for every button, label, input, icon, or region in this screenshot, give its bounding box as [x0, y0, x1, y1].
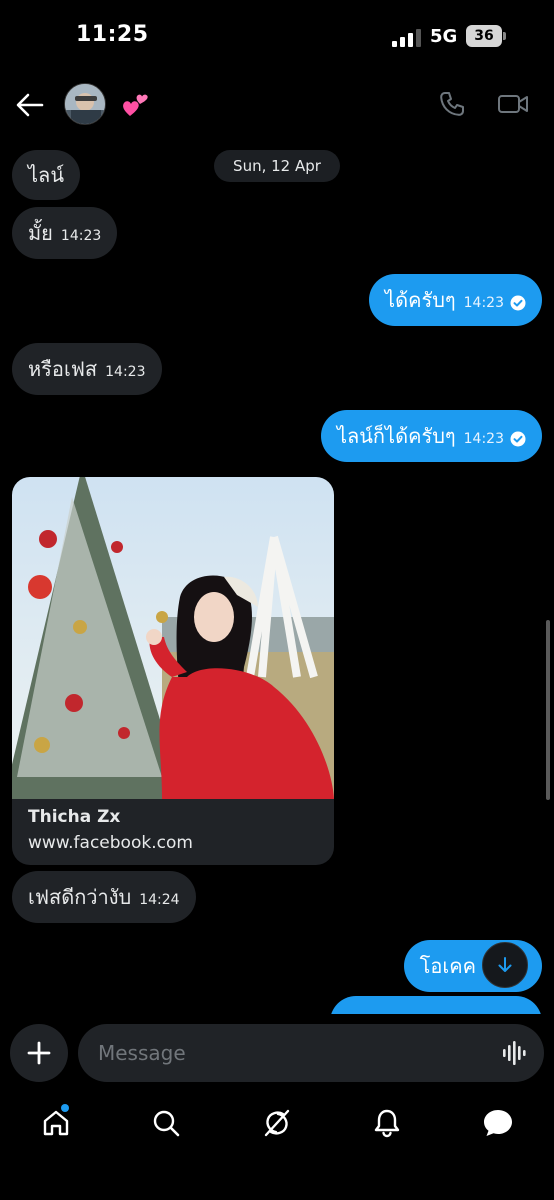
battery-icon: 36 — [466, 25, 506, 47]
bottom-navigation — [0, 1096, 554, 1156]
battery-level: 36 — [466, 25, 502, 47]
message-time: 14:23 — [463, 295, 504, 311]
link-preview-title: Thicha Zx — [28, 807, 121, 827]
arrow-down-icon — [498, 957, 512, 972]
add-attachment-button[interactable] — [10, 1024, 68, 1082]
nav-messages[interactable] — [480, 1106, 516, 1140]
grok-icon — [264, 1109, 290, 1137]
date-separator: Sun, 12 Apr — [214, 150, 340, 182]
nav-home[interactable] — [38, 1106, 74, 1140]
message-text: มั้ย — [28, 221, 53, 245]
message-outgoing[interactable]: ไลน์ก็ได้ครับๆ 14:23 — [320, 410, 542, 462]
message-outgoing[interactable]: ได้ครับๆ 14:23 — [369, 274, 542, 326]
nav-notifications[interactable] — [369, 1106, 405, 1140]
read-check-icon — [510, 431, 526, 447]
video-camera-icon[interactable] — [497, 92, 529, 116]
message-box — [78, 1024, 544, 1082]
status-bar: 11:25 5G 36 — [0, 0, 554, 76]
message-time: 14:23 — [463, 431, 504, 447]
message-time: 14:23 — [105, 364, 146, 380]
message-input[interactable] — [98, 1024, 488, 1082]
plus-icon — [27, 1041, 51, 1065]
message-text: ไลน์ก็ได้ครับๆ — [336, 424, 456, 448]
signal-strength-icon — [392, 29, 421, 47]
search-icon — [153, 1110, 180, 1137]
chat-scrollbar[interactable] — [546, 620, 550, 800]
bell-icon — [374, 1109, 400, 1138]
two-hearts-emoji — [121, 92, 149, 118]
phone-icon[interactable] — [438, 90, 466, 118]
message-list[interactable]: Sun, 12 Apr ไลน์ มั้ย 14:23 ได้ครับๆ 14:… — [0, 140, 554, 1014]
link-preview-domain: www.facebook.com — [28, 833, 193, 853]
read-check-icon — [510, 295, 526, 311]
scroll-to-bottom-button[interactable] — [482, 942, 528, 988]
message-text: โอเคค — [419, 954, 476, 978]
message-text: เฟสดีกว่างับ — [28, 885, 132, 909]
message-text: หรือเฟส — [28, 357, 98, 381]
message-time: 14:24 — [139, 892, 180, 908]
message-time: 14:23 — [60, 228, 102, 244]
message-incoming[interactable]: เฟสดีกว่างับ 14:24 — [12, 871, 196, 923]
notification-dot — [61, 1104, 69, 1112]
avatar[interactable] — [64, 83, 106, 125]
link-preview-image — [12, 477, 334, 799]
status-time: 11:25 — [76, 22, 149, 47]
message-incoming[interactable]: หรือเฟส 14:23 — [12, 343, 162, 395]
messages-icon — [484, 1110, 512, 1136]
back-arrow-icon[interactable] — [14, 90, 46, 120]
nav-search[interactable] — [148, 1106, 184, 1140]
message-composer — [0, 1024, 554, 1084]
link-preview-card[interactable]: Thicha Zx www.facebook.com — [12, 477, 334, 865]
nav-grok[interactable] — [259, 1106, 295, 1140]
message-text: ไลน์ — [28, 163, 64, 187]
message-outgoing-partial[interactable] — [330, 996, 542, 1014]
message-incoming[interactable]: ไลน์ — [12, 150, 80, 200]
voice-waveform-icon[interactable] — [502, 1041, 528, 1065]
network-type: 5G — [430, 26, 458, 47]
message-incoming[interactable]: มั้ย 14:23 — [12, 207, 118, 259]
conversation-header — [0, 76, 554, 134]
home-icon — [43, 1110, 69, 1136]
message-text: ได้ครับๆ — [385, 288, 456, 312]
